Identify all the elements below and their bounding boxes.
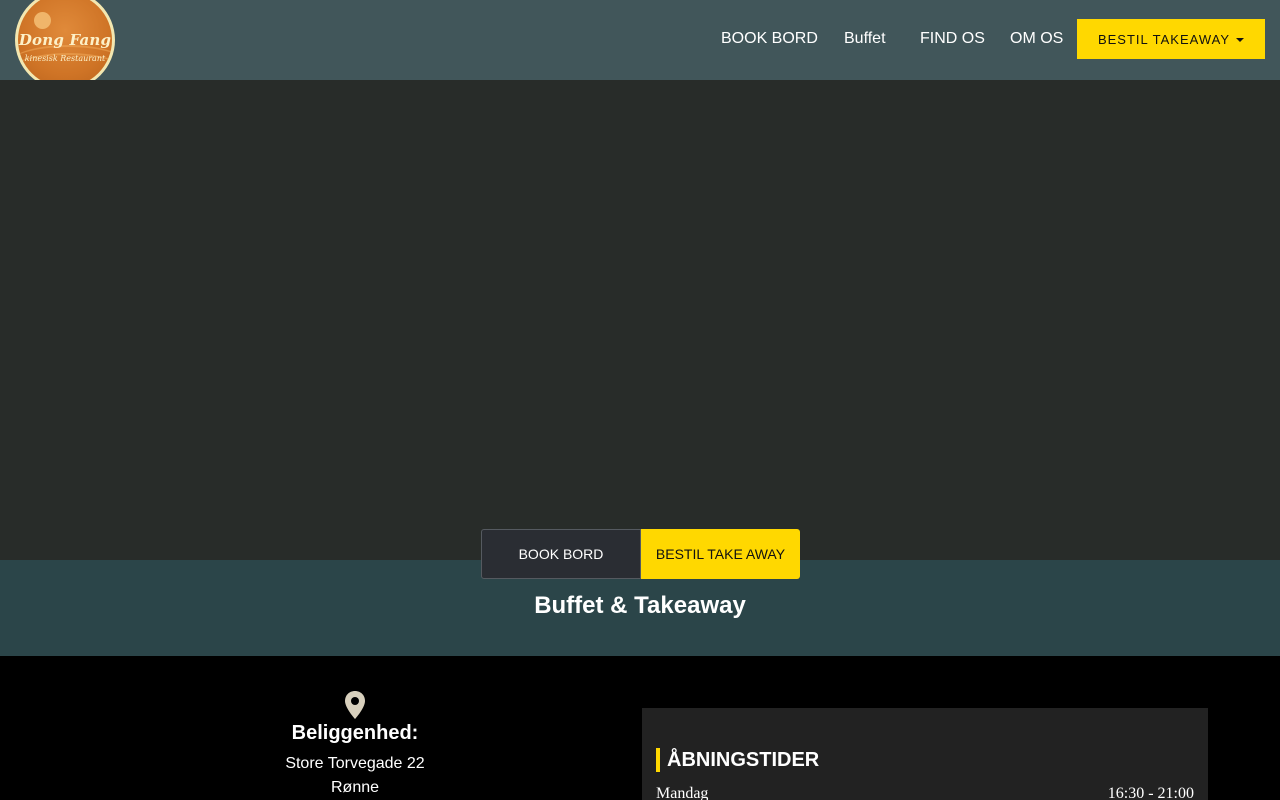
nav-book-table[interactable]: BOOK BORD <box>721 30 818 48</box>
caret-down-icon <box>1236 37 1245 42</box>
opening-hours-title: ÅBNINGSTIDER <box>656 748 819 772</box>
hero-banner <box>0 80 1280 560</box>
logo-name: Dong Fang <box>18 31 112 49</box>
logo-subtitle: kinesisk Restaurant <box>24 54 106 63</box>
page-title: Buffet & Takeaway <box>534 592 746 619</box>
order-takeaway-button[interactable]: BESTIL TAKE AWAY <box>641 529 800 579</box>
map-pin-icon <box>345 691 365 719</box>
hours-day: Mandag <box>656 785 709 800</box>
book-table-button[interactable]: BOOK BORD <box>481 529 641 579</box>
location-city: Rønne <box>330 779 380 796</box>
order-takeaway-label: BESTIL TAKEAWAY <box>1097 31 1231 47</box>
nav-about-us[interactable]: OM OS <box>1010 30 1063 48</box>
nav-buffet[interactable]: Buffet <box>844 30 886 48</box>
nav-find-us[interactable]: FIND OS <box>920 30 985 48</box>
logo-sun-icon <box>34 12 51 29</box>
logo-emblem: Dong Fang kinesisk Restaurant <box>18 0 112 87</box>
restaurant-logo[interactable]: Dong Fang kinesisk Restaurant <box>15 0 115 90</box>
hero-button-group: BOOK BORD BESTIL TAKE AWAY <box>481 529 800 579</box>
location-title: Beliggenhed: <box>291 722 419 744</box>
hours-time: 16:30 - 21:00 <box>1107 785 1194 800</box>
order-takeaway-dropdown-button[interactable]: BESTIL TAKEAWAY <box>1077 19 1265 59</box>
site-header: Dong Fang kinesisk Restaurant BOOK BORD … <box>0 0 1280 90</box>
location-street: Store Torvegade 22 <box>285 755 425 772</box>
